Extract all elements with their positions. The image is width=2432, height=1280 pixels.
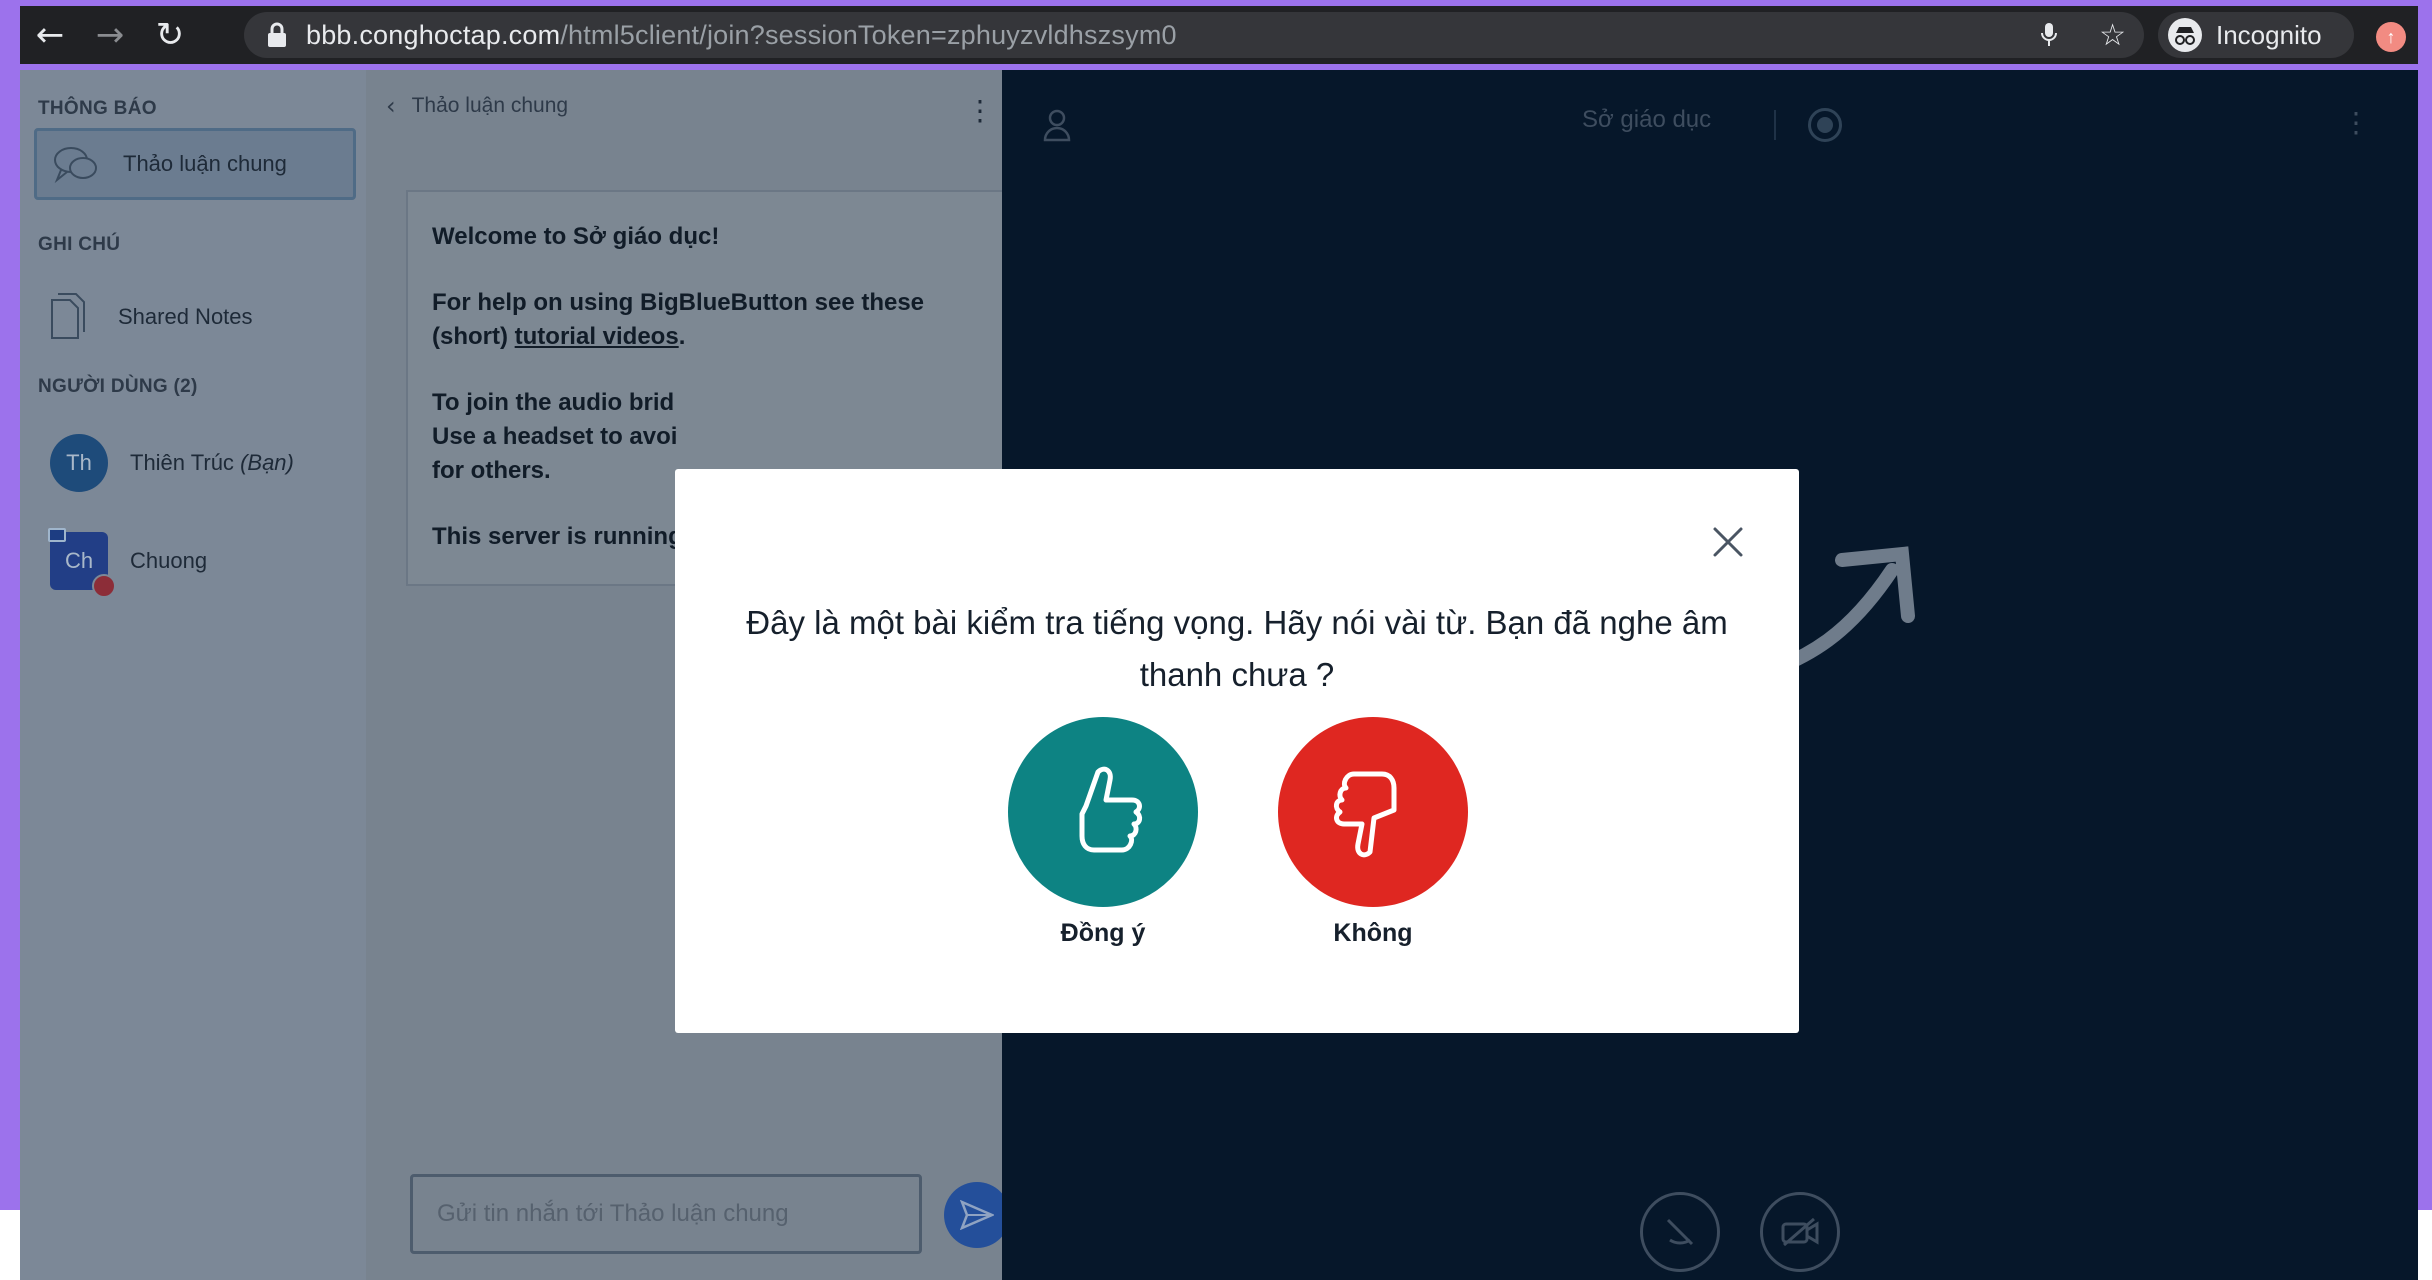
- url-text: bbb.conghoctap.com/html5client/join?sess…: [306, 20, 1177, 51]
- yes-answer[interactable]: Đồng ý: [1008, 717, 1198, 948]
- avatar: Ch: [48, 528, 116, 598]
- user-name: Thiên Trúc (Bạn): [130, 450, 294, 476]
- users-section-title: NGƯỜI DÙNG (2): [38, 376, 198, 397]
- incognito-label: Incognito: [2216, 19, 2322, 50]
- messages-section-title: THÔNG BÁO: [38, 98, 157, 119]
- kebab-menu-icon[interactable]: ⋮: [2342, 106, 2370, 139]
- record-icon[interactable]: [1808, 108, 1842, 142]
- muted-mic-icon: [92, 574, 116, 598]
- echo-test-modal: Đây là một bài kiểm tra tiếng vọng. Hãy …: [675, 469, 1799, 1033]
- chat-bubbles-icon: [54, 147, 97, 184]
- yes-label: Đồng ý: [1060, 919, 1146, 947]
- leave-audio-button[interactable]: [1640, 1192, 1720, 1272]
- help-line: For help on using BigBlueButton see thes…: [432, 286, 990, 354]
- avatar-initials: Th: [66, 450, 92, 475]
- browser-toolbar: ← → ↻ bbb.conghoctap.com/html5client/joi…: [20, 6, 2418, 64]
- welcome-suffix: !: [711, 223, 720, 250]
- window-edge-right: [2418, 1210, 2432, 1280]
- kebab-menu-icon[interactable]: ⋮: [966, 94, 994, 127]
- user-icon[interactable]: [1042, 108, 1072, 142]
- thumbs-up-icon: [1079, 766, 1143, 853]
- echo-test-question: Đây là một bài kiểm tra tiếng vọng. Hãy …: [746, 604, 1728, 693]
- user-row[interactable]: Th Thiên Trúc (Bạn): [50, 434, 294, 492]
- chat-message-input[interactable]: Gửi tin nhắn tới Thảo luận chung: [410, 1174, 922, 1254]
- reload-icon[interactable]: ↻: [140, 6, 200, 64]
- no-button[interactable]: [1278, 717, 1468, 907]
- shared-notes-label: Shared Notes: [118, 304, 253, 329]
- audio-text-2: Use a headset to avoi: [432, 423, 678, 450]
- notes-icon: [51, 293, 85, 339]
- user-you-suffix: (Bạn): [240, 450, 294, 475]
- star-icon[interactable]: ☆: [2099, 18, 2126, 53]
- back-icon[interactable]: ←: [20, 6, 80, 64]
- audio-text: To join the audio brid: [432, 389, 675, 416]
- share-webcam-button[interactable]: [1760, 1192, 1840, 1272]
- user-row[interactable]: Ch Chuong: [48, 528, 208, 598]
- mic-icon[interactable]: [2039, 21, 2059, 49]
- address-bar[interactable]: bbb.conghoctap.com/html5client/join?sess…: [244, 12, 2144, 58]
- no-answer[interactable]: Không: [1278, 717, 1468, 948]
- userlist-panel: THÔNG BÁO Thảo luận chung GHI CHÚ Shared…: [20, 70, 366, 1280]
- help-end: .: [678, 323, 686, 350]
- public-chat-item[interactable]: Thảo luận chung: [34, 128, 356, 200]
- shared-notes-item[interactable]: Shared Notes: [46, 292, 253, 342]
- lock-icon: [268, 22, 286, 47]
- update-indicator-icon[interactable]: ↑: [2376, 22, 2406, 52]
- presenter-icon: [48, 528, 66, 542]
- camera-off-icon: [1781, 1217, 1819, 1247]
- forward-icon[interactable]: →: [80, 6, 140, 64]
- url-host: bbb.conghoctap.com: [306, 19, 561, 50]
- yes-button[interactable]: [1008, 717, 1198, 907]
- incognito-profile-button[interactable]: Incognito: [2158, 12, 2354, 58]
- url-path: /html5client/join?sessionToken=zphuyzvld…: [560, 19, 1177, 50]
- tutorial-videos-link[interactable]: tutorial videos: [515, 323, 679, 350]
- send-icon: [960, 1200, 994, 1230]
- welcome-line: Welcome to Sở giáo dục!: [432, 220, 990, 254]
- bigbluebutton-app: THÔNG BÁO Thảo luận chung GHI CHÚ Shared…: [20, 70, 2418, 1280]
- audio-text-3: for others.: [432, 457, 551, 484]
- avatar: Th: [50, 434, 108, 492]
- public-chat-label: Thảo luận chung: [123, 151, 287, 176]
- header-divider: [1774, 110, 1776, 140]
- chevron-left-icon[interactable]: ‹: [386, 92, 396, 120]
- chat-header[interactable]: ‹ Thảo luận chung: [386, 92, 568, 120]
- user-name-text: Thiên Trúc: [130, 450, 234, 475]
- welcome-prefix: Welcome to: [432, 223, 573, 250]
- incognito-icon: [2168, 18, 2202, 52]
- chat-title: Thảo luận chung: [411, 94, 569, 117]
- window-edge-left: [0, 1210, 20, 1280]
- no-label: Không: [1333, 919, 1413, 947]
- send-button[interactable]: [944, 1182, 1010, 1248]
- notes-section-title: GHI CHÚ: [38, 234, 121, 255]
- thumbs-down-icon: [1333, 771, 1397, 858]
- close-icon[interactable]: [1709, 523, 1747, 561]
- welcome-meeting: Sở giáo dục: [572, 223, 712, 250]
- meeting-title: Sở giáo dục: [1582, 106, 1712, 133]
- phone-off-icon: [1666, 1218, 1694, 1246]
- user-name: Chuong: [130, 548, 208, 573]
- avatar-initials: Ch: [64, 548, 94, 573]
